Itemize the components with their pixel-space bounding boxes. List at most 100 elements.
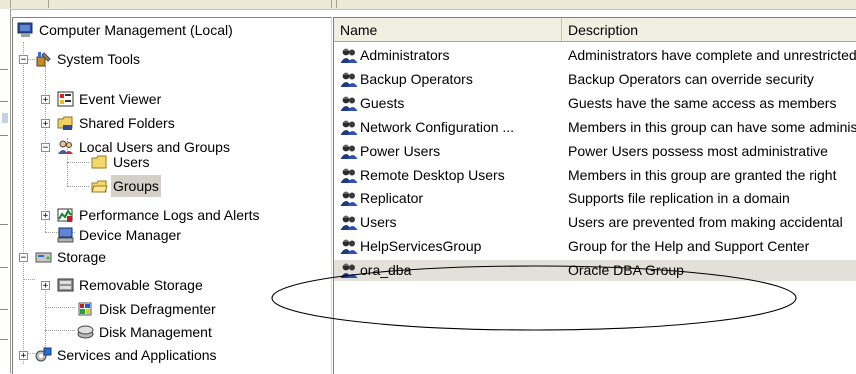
tree-node-label: Services and Applications [57,347,217,363]
table-row[interactable]: Users Users are prevented from making acc… [334,212,856,233]
top-toolbar-strip [0,0,856,10]
edge-mark [0,69,8,70]
shared-folder-icon [57,116,73,130]
tree-node-label: Users [113,154,150,170]
tree-node-label: Computer Management (Local) [39,22,233,38]
group-description-cell: Users are prevented from making accident… [568,214,843,231]
toolbar-separator [48,0,49,8]
column-header-name[interactable]: Name [334,18,562,41]
tree-node-label: Disk Defragmenter [99,301,216,317]
group-icon [340,191,358,207]
group-icon [340,215,358,231]
edge-mark [0,339,8,340]
table-row[interactable]: ora_dba Oracle DBA Group [334,260,856,282]
expand-toggle[interactable]: + [41,95,50,105]
left-window-edge [0,9,11,373]
group-icon [340,48,358,63]
group-name-cell: Users [360,214,397,231]
tree-line [67,162,89,163]
edge-mark [2,113,8,123]
device-manager-icon [57,227,74,243]
group-name-cell: HelpServicesGroup [360,238,482,255]
services-icon [35,347,52,362]
expand-toggle[interactable]: + [41,281,50,291]
group-icon [340,168,358,183]
expand-toggle[interactable]: + [41,119,50,129]
tree-line [23,42,24,364]
edge-mark [0,309,8,310]
group-description-cell: Oracle DBA Group [568,262,684,279]
performance-icon [57,208,73,222]
group-name-cell: Replicator [360,190,424,207]
tree-line [45,286,46,354]
group-description-cell: Supports file replication in a domain [568,190,790,207]
group-icon [340,72,358,87]
table-row[interactable]: Administrators Administrators have comple… [334,45,856,66]
group-name-cell: Guests [360,94,405,111]
tree-line [45,307,75,308]
group-icon [340,96,358,111]
table-row[interactable]: Network Configuration ... Members in this… [334,117,856,138]
group-icon [340,239,358,255]
tree-line [23,279,35,280]
edge-mark [0,267,8,268]
event-viewer-icon [57,91,74,107]
group-description-cell: Power Users possess most administrative [568,142,828,159]
table-row[interactable]: Power Users Power Users possess most admi… [334,141,856,162]
collapse-toggle[interactable]: − [19,253,28,263]
group-name-cell: ora_dba [360,262,412,279]
tree-node-label: Groups [111,175,161,197]
tree-node-label: System Tools [57,51,140,67]
group-name-cell: Network Configuration ... [360,118,515,135]
edge-mark [0,101,8,102]
toolbar-separator [336,0,337,8]
users-group-icon [58,140,73,154]
group-icon [340,120,358,135]
tree-node-label: Disk Management [99,324,212,340]
group-description-cell: Members in this group are granted the ri… [568,166,837,183]
folder-icon [91,155,107,169]
group-description-cell: Administrators have complete and unrestr… [568,47,856,63]
tree-line [45,330,75,331]
toolbar-separator [331,0,332,8]
removable-storage-icon [57,278,74,292]
expand-toggle[interactable]: + [19,351,28,361]
disk-management-icon [77,325,94,339]
table-row[interactable]: Remote Desktop Users Members in this grou… [334,165,856,186]
details-list[interactable]: Name Description Administrators Administr… [333,17,856,374]
tree-node-label: Storage [57,249,107,265]
group-description-cell: Members in this group can have some admi… [568,118,856,135]
table-row[interactable]: Guests Guests have the same access as mem… [334,93,856,114]
folder-icon [91,180,108,193]
computer-icon [17,22,33,37]
collapse-toggle[interactable]: − [19,55,28,65]
group-name-cell: Backup Operators [360,70,473,87]
table-row[interactable]: Replicator Supports file replication in a… [334,188,856,209]
tree-node-label: Event Viewer [79,91,162,107]
list-header: Name Description [334,18,856,42]
tree-node-label: Performance Logs and Alerts [79,207,260,223]
group-description-cell: Guests have the same access as members [568,94,837,111]
edge-mark [0,224,8,225]
group-name-cell: Power Users [360,142,441,159]
tree-node-label: Device Manager [79,227,181,243]
toolbar-separator [10,0,11,8]
storage-icon [35,252,52,263]
group-description-cell: Backup Operators can override security [568,70,814,87]
group-description-cell: Group for the Help and Support Center [568,238,810,255]
table-row[interactable]: Backup Operators Backup Operators can ove… [334,69,856,90]
tree-node-label: Shared Folders [79,115,175,131]
defragmenter-icon [78,302,92,316]
group-icon [340,144,358,159]
tree-line [67,186,89,187]
group-name-cell: Remote Desktop Users [360,166,505,183]
expand-toggle[interactable]: + [41,211,50,221]
collapse-toggle[interactable]: − [41,143,50,153]
column-header-description[interactable]: Description [562,18,856,41]
system-tools-icon [36,52,51,67]
table-row[interactable]: HelpServicesGroup Group for the Help and … [334,236,856,257]
group-icon [340,263,358,279]
group-name-cell: Administrators [360,47,450,63]
tree-node-label: Removable Storage [79,277,203,293]
console-tree[interactable]: Computer Management (Local) − System Too… [12,17,332,374]
